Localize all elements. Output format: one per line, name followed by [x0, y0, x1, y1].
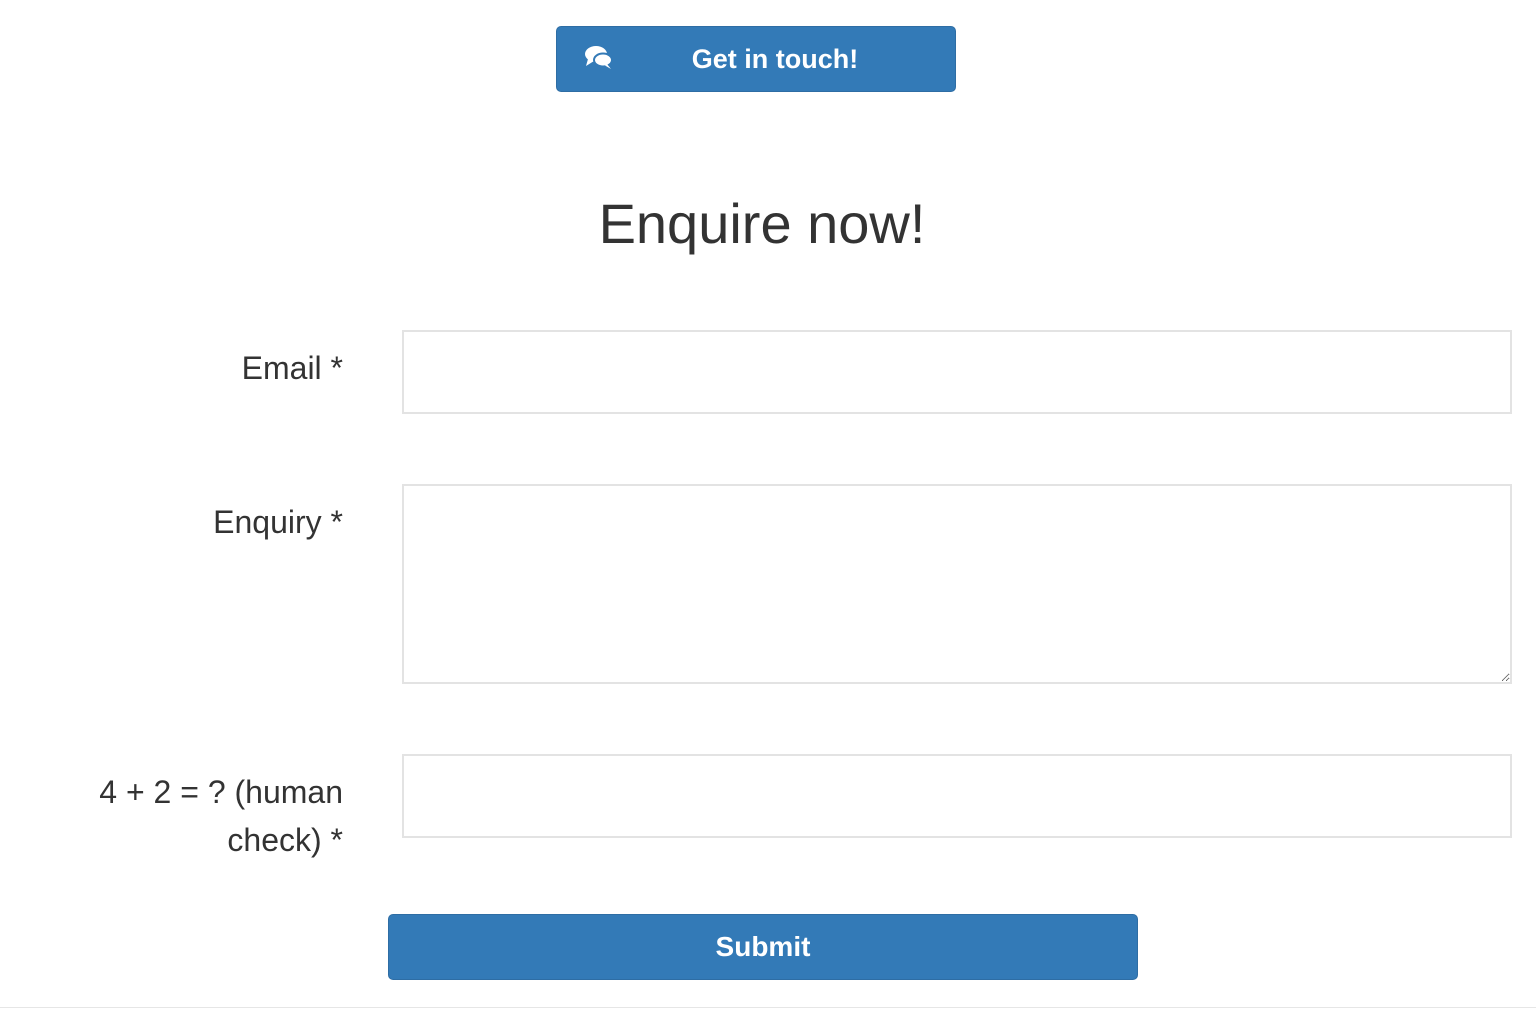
enquiry-textarea[interactable] [402, 484, 1512, 684]
get-in-touch-label: Get in touch! [691, 43, 859, 74]
submit-button[interactable]: Submit [388, 914, 1138, 980]
human-check-field[interactable] [402, 754, 1512, 838]
human-check-label: 4 + 2 = ? (human check) * [99, 774, 343, 858]
form-heading: Enquire now! [598, 192, 926, 255]
comments-icon [583, 43, 615, 71]
email-label: Email * [241, 350, 343, 386]
email-field[interactable] [402, 330, 1512, 414]
bottom-divider [0, 1007, 1536, 1008]
enquiry-label: Enquiry * [213, 504, 343, 540]
get-in-touch-button[interactable]: Get in touch! [556, 26, 956, 92]
